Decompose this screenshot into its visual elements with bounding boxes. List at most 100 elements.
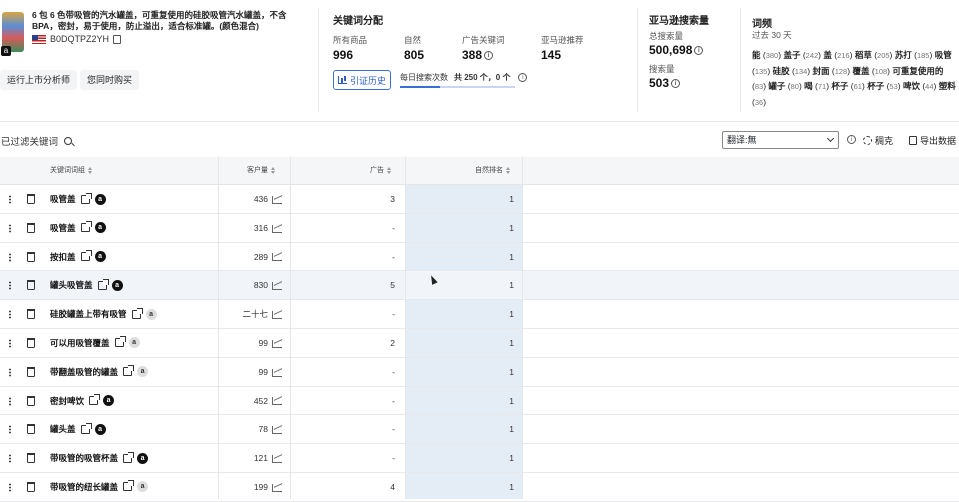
amazon-icon[interactable]: a <box>137 452 149 464</box>
trash-icon[interactable] <box>27 280 35 291</box>
copy-icon[interactable] <box>113 34 122 44</box>
word-frequency-word[interactable]: 塑料 <box>939 81 956 91</box>
trend-chart-icon[interactable] <box>272 339 282 348</box>
more-options-icon[interactable] <box>9 367 11 377</box>
keyword-text[interactable]: 密封啤饮 <box>50 387 84 415</box>
external-link-icon[interactable] <box>80 221 92 233</box>
table-row[interactable]: 罐头吸管盖 a 830 5 1 <box>0 271 959 301</box>
header-ads[interactable]: 广告 <box>370 157 392 185</box>
trend-chart-icon[interactable] <box>272 397 282 406</box>
more-options-icon[interactable] <box>9 252 11 262</box>
keyword-text[interactable]: 吸管盖 <box>50 214 76 242</box>
amazon-icon[interactable]: a <box>137 481 149 493</box>
word-frequency-word[interactable]: 盖 <box>823 50 832 60</box>
word-frequency-word[interactable]: 能 <box>752 50 761 60</box>
more-options-icon[interactable] <box>9 338 11 348</box>
more-options-icon[interactable] <box>9 195 11 204</box>
trash-icon[interactable] <box>27 194 35 204</box>
word-frequency-word[interactable]: 封面 <box>813 66 830 76</box>
word-frequency-word[interactable]: 啤饮 <box>903 81 920 91</box>
bought-together-button[interactable]: 您同时购买 <box>80 70 140 90</box>
keyword-text[interactable]: 罐头盖 <box>50 415 76 443</box>
keyword-text[interactable]: 带翻盖吸管的罐盖 <box>50 358 118 386</box>
export-button[interactable]: 导出数据 <box>909 134 956 147</box>
table-row[interactable]: 密封啤饮 a 452 - 1 <box>0 387 959 416</box>
external-link-icon[interactable] <box>80 422 92 434</box>
table-row[interactable]: 罐头盖 a 78 - 1 <box>0 415 959 445</box>
trash-icon[interactable] <box>27 366 35 377</box>
more-options-icon[interactable] <box>9 425 11 435</box>
word-frequency-word[interactable]: 杯子 <box>867 81 884 91</box>
table-row[interactable]: 按扣盖 a 289 - 1 <box>0 243 959 272</box>
header-search-volume[interactable]: 客户量 <box>247 157 276 185</box>
amazon-icon[interactable]: a <box>94 222 106 234</box>
amazon-icon[interactable]: a <box>94 423 106 435</box>
trend-chart-icon[interactable] <box>272 426 282 435</box>
external-link-icon[interactable] <box>123 365 135 377</box>
word-frequency-word[interactable]: 稻草 <box>855 50 872 60</box>
word-frequency-word[interactable]: 吸管 <box>935 50 952 60</box>
trend-chart-icon[interactable] <box>272 483 282 492</box>
amazon-icon[interactable]: a <box>111 279 123 291</box>
more-options-icon[interactable] <box>9 454 11 464</box>
header-keyword[interactable]: 关键词词组 <box>50 157 93 185</box>
run-listing-analyst-button[interactable]: 运行上市分析师 <box>0 70 78 90</box>
trash-icon[interactable] <box>27 395 35 406</box>
table-row[interactable]: 可以用吸管覆盖 a 99 2 1 <box>0 329 959 358</box>
trend-chart-icon[interactable] <box>272 282 282 291</box>
table-row[interactable]: 硅胶罐盖上带有吸管 a 二十七 - 1 <box>0 300 959 329</box>
trend-chart-icon[interactable] <box>272 454 282 463</box>
word-frequency-word[interactable]: 可重复使用的 <box>892 66 943 76</box>
word-frequency-word[interactable]: 覆盖 <box>852 66 869 76</box>
amazon-icon[interactable]: a <box>145 308 157 320</box>
external-link-icon[interactable] <box>89 394 101 406</box>
external-link-icon[interactable] <box>80 250 92 262</box>
word-frequency-word[interactable]: 盖子 <box>783 50 800 60</box>
translate-select[interactable]: 翻译:無 <box>722 131 839 149</box>
info-icon[interactable]: i <box>694 46 704 56</box>
table-row[interactable]: 带吸管的吸管杯盖 a 121 - 1 <box>0 444 959 473</box>
keyword-text[interactable]: 吸管盖 <box>50 185 76 213</box>
word-frequency-word[interactable]: 罐子 <box>768 81 785 91</box>
trash-icon[interactable] <box>27 309 35 320</box>
amazon-icon[interactable]: a <box>103 395 115 407</box>
external-link-icon[interactable] <box>80 192 92 204</box>
more-options-icon[interactable] <box>9 482 11 492</box>
external-link-icon[interactable] <box>131 307 143 319</box>
trend-chart-icon[interactable] <box>272 195 282 204</box>
trend-chart-icon[interactable] <box>272 224 282 233</box>
info-icon[interactable]: i <box>671 79 681 89</box>
trend-chart-icon[interactable] <box>272 368 282 377</box>
table-row[interactable]: 吸管盖 a 436 3 1 <box>0 185 959 214</box>
word-frequency-word[interactable]: 硅胶 <box>773 66 790 76</box>
word-frequency-word[interactable]: 杯子 <box>831 81 848 91</box>
trash-icon[interactable] <box>27 337 35 348</box>
keyword-text[interactable]: 按扣盖 <box>50 243 76 271</box>
amazon-icon[interactable]: a <box>137 366 149 378</box>
header-organic-rank[interactable]: 自然排名 <box>475 157 511 185</box>
trend-chart-icon[interactable] <box>272 253 282 262</box>
keyword-text[interactable]: 可以用吸管覆盖 <box>50 329 110 357</box>
trash-icon[interactable] <box>27 424 35 435</box>
external-link-icon[interactable] <box>114 336 126 348</box>
amazon-icon[interactable]: a <box>94 193 106 205</box>
more-options-icon[interactable] <box>9 281 11 291</box>
table-row[interactable]: 吸管盖 a 316 - 1 <box>0 214 959 243</box>
info-icon[interactable]: i <box>484 51 494 61</box>
keyword-text[interactable]: 罐头吸管盖 <box>50 271 93 299</box>
table-row[interactable]: 带翻盖吸管的罐盖 a 99 - 1 <box>0 358 959 387</box>
density-button[interactable]: 稠克 <box>863 134 893 147</box>
keyword-text[interactable]: 硅胶罐盖上带有吸管 <box>50 300 127 328</box>
trash-icon[interactable] <box>27 481 35 492</box>
trash-icon[interactable] <box>27 251 35 262</box>
external-link-icon[interactable] <box>97 278 109 290</box>
trash-icon[interactable] <box>27 222 35 233</box>
word-frequency-word[interactable]: 苏打 <box>895 50 912 60</box>
amazon-icon[interactable]: a <box>94 251 106 263</box>
more-options-icon[interactable] <box>9 310 11 320</box>
external-link-icon[interactable] <box>123 451 135 463</box>
trash-icon[interactable] <box>27 453 35 464</box>
more-options-icon[interactable] <box>9 396 11 406</box>
search-icon[interactable] <box>64 137 73 145</box>
more-options-icon[interactable] <box>9 223 11 233</box>
